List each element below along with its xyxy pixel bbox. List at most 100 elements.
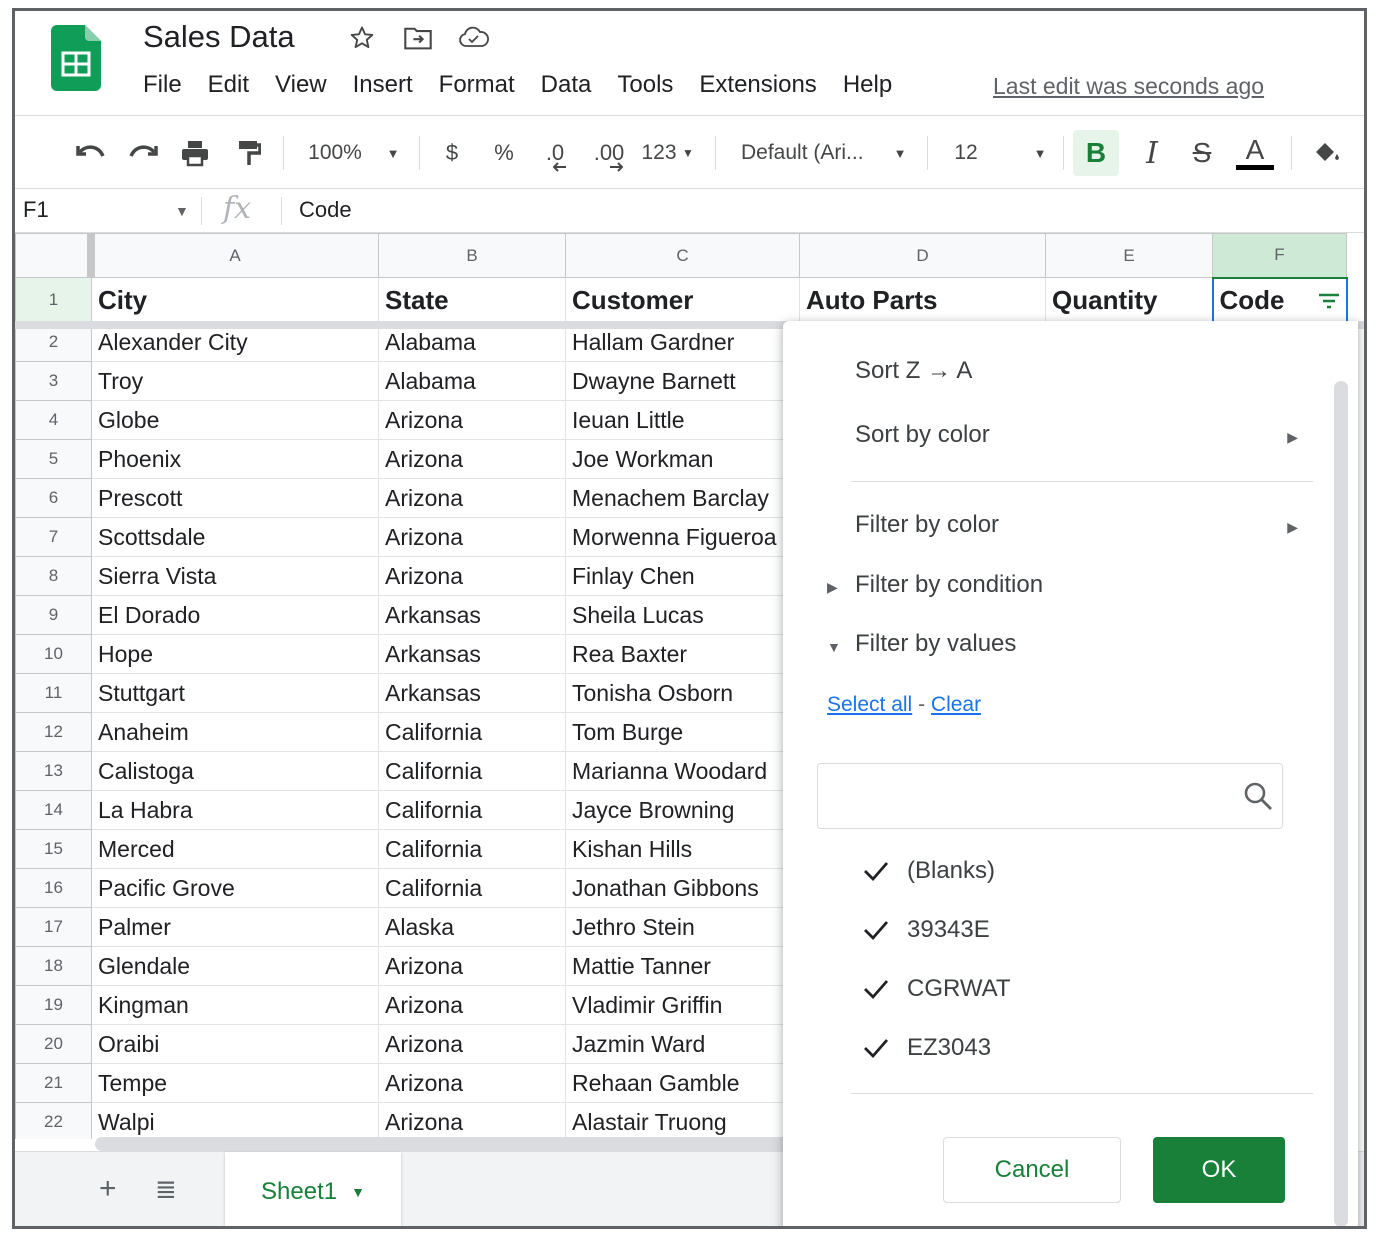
cell-customer[interactable]: Ieuan Little xyxy=(565,400,800,440)
row-header[interactable]: 6 xyxy=(15,478,92,518)
menu-format[interactable]: Format xyxy=(426,71,528,99)
currency-format-button[interactable]: $ xyxy=(437,116,467,190)
header-cell-auto-parts[interactable]: Auto Parts xyxy=(799,277,1046,323)
document-title[interactable]: Sales Data xyxy=(143,19,295,55)
cell-customer[interactable]: Tonisha Osborn xyxy=(565,673,800,713)
value-option[interactable]: CGRWAT xyxy=(863,975,1011,1003)
row-header[interactable]: 14 xyxy=(15,790,92,830)
ok-button[interactable]: OK xyxy=(1153,1137,1285,1203)
cell-state[interactable]: California xyxy=(378,868,566,908)
sheet-tab-sheet1[interactable]: Sheet1 ▼ xyxy=(225,1152,401,1226)
fill-color-icon[interactable] xyxy=(1307,116,1347,190)
font-family-select[interactable]: Default (Ari... xyxy=(741,116,879,190)
row-header[interactable]: 13 xyxy=(15,751,92,791)
cell-city[interactable]: Glendale xyxy=(91,946,379,986)
cell-city[interactable]: El Dorado xyxy=(91,595,379,635)
zoom-dropdown-icon[interactable]: ▼ xyxy=(381,116,405,190)
column-header-d[interactable]: D xyxy=(799,233,1046,278)
select-all-corner[interactable] xyxy=(15,233,92,278)
cell-city[interactable]: Stuttgart xyxy=(91,673,379,713)
cloud-status-icon[interactable] xyxy=(457,23,491,53)
cell-city[interactable]: Anaheim xyxy=(91,712,379,752)
cell-state[interactable]: Arizona xyxy=(378,946,566,986)
menu-view[interactable]: View xyxy=(262,71,340,99)
menu-insert[interactable]: Insert xyxy=(340,71,426,99)
filter-by-values-item[interactable]: Filter by values xyxy=(855,630,1016,658)
row-header[interactable]: 12 xyxy=(15,712,92,752)
cell-customer[interactable]: Marianna Woodard xyxy=(565,751,800,791)
row-header[interactable]: 21 xyxy=(15,1063,92,1103)
font-size-select[interactable]: 12 xyxy=(951,116,981,190)
paint-format-icon[interactable] xyxy=(229,116,269,190)
row-header[interactable]: 8 xyxy=(15,556,92,596)
row-header[interactable]: 16 xyxy=(15,868,92,908)
menu-data[interactable]: Data xyxy=(528,71,605,99)
cell-city[interactable]: Hope xyxy=(91,634,379,674)
filter-by-color-item[interactable]: Filter by color xyxy=(855,511,999,539)
select-all-link[interactable]: Select all xyxy=(827,693,912,716)
more-formats-button[interactable]: 123 xyxy=(639,116,679,190)
row-header[interactable]: 4 xyxy=(15,400,92,440)
cell-state[interactable]: Arizona xyxy=(378,1063,566,1103)
sheets-logo-icon[interactable] xyxy=(51,25,101,91)
cell-city[interactable]: Palmer xyxy=(91,907,379,947)
cell-customer[interactable]: Jayce Browning xyxy=(565,790,800,830)
font-size-dropdown-icon[interactable]: ▼ xyxy=(1029,116,1051,190)
row-header[interactable]: 15 xyxy=(15,829,92,869)
sheet-tab-dropdown-icon[interactable]: ▼ xyxy=(351,1184,365,1200)
column-header-c[interactable]: C xyxy=(565,233,800,278)
text-color-button[interactable]: A xyxy=(1235,116,1275,190)
cell-city[interactable]: Pacific Grove xyxy=(91,868,379,908)
name-box[interactable]: F1 xyxy=(23,197,49,223)
header-cell-state[interactable]: State xyxy=(378,277,566,323)
cell-city[interactable]: Globe xyxy=(91,400,379,440)
row-header[interactable]: 22 xyxy=(15,1102,92,1139)
value-option[interactable]: EZ3043 xyxy=(863,1034,991,1062)
header-cell-customer[interactable]: Customer xyxy=(565,277,800,323)
percent-format-button[interactable]: % xyxy=(489,116,519,190)
row-header[interactable]: 17 xyxy=(15,907,92,947)
cell-city[interactable]: Troy xyxy=(91,361,379,401)
cell-customer[interactable]: Jethro Stein xyxy=(565,907,800,947)
menu-file[interactable]: File xyxy=(143,71,195,99)
last-edit-link[interactable]: Last edit was seconds ago xyxy=(993,73,1264,100)
name-box-dropdown-icon[interactable]: ▼ xyxy=(175,203,189,219)
formula-input[interactable]: Code xyxy=(299,197,352,223)
italic-button[interactable]: I xyxy=(1135,116,1169,190)
cell-customer[interactable]: Finlay Chen xyxy=(565,556,800,596)
filter-menu-scrollbar[interactable] xyxy=(1334,381,1348,1226)
zoom-select[interactable]: 100% xyxy=(299,116,371,190)
cell-city[interactable]: Prescott xyxy=(91,478,379,518)
cell-customer[interactable]: Tom Burge xyxy=(565,712,800,752)
cell-state[interactable]: California xyxy=(378,829,566,869)
row-header-1[interactable]: 1 xyxy=(15,277,92,323)
cell-city[interactable]: Scottsdale xyxy=(91,517,379,557)
row-header[interactable]: 18 xyxy=(15,946,92,986)
cell-customer[interactable]: Alastair Truong xyxy=(565,1102,800,1139)
cell-state[interactable]: Arkansas xyxy=(378,673,566,713)
cancel-button[interactable]: Cancel xyxy=(943,1137,1121,1203)
cell-state[interactable]: Arizona xyxy=(378,1024,566,1064)
cell-city[interactable]: Calistoga xyxy=(91,751,379,791)
cell-customer[interactable]: Morwenna Figueroa xyxy=(565,517,800,557)
cell-customer[interactable]: Vladimir Griffin xyxy=(565,985,800,1025)
cell-state[interactable]: California xyxy=(378,790,566,830)
cell-customer[interactable]: Menachem Barclay xyxy=(565,478,800,518)
cell-state[interactable]: Arizona xyxy=(378,1102,566,1139)
header-cell-quantity[interactable]: Quantity xyxy=(1045,277,1213,323)
menu-help[interactable]: Help xyxy=(830,71,905,99)
more-formats-dropdown-icon[interactable]: ▼ xyxy=(679,116,697,190)
cell-state[interactable]: California xyxy=(378,712,566,752)
column-header-b[interactable]: B xyxy=(378,233,566,278)
move-to-folder-icon[interactable] xyxy=(401,23,435,53)
menu-extensions[interactable]: Extensions xyxy=(686,71,829,99)
row-header[interactable]: 7 xyxy=(15,517,92,557)
decrease-decimal-button[interactable]: .0 xyxy=(537,116,573,190)
cell-customer[interactable]: Dwayne Barnett xyxy=(565,361,800,401)
row-header[interactable]: 19 xyxy=(15,985,92,1025)
row-header[interactable]: 11 xyxy=(15,673,92,713)
cell-city[interactable]: Tempe xyxy=(91,1063,379,1103)
values-search-input[interactable] xyxy=(818,764,1218,826)
cell-customer[interactable]: Jazmin Ward xyxy=(565,1024,800,1064)
menu-edit[interactable]: Edit xyxy=(195,71,262,99)
